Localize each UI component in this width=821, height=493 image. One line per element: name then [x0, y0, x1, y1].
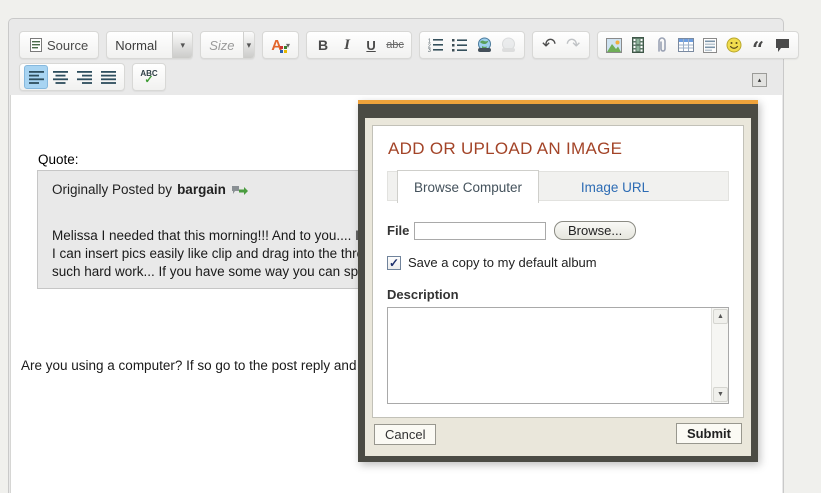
collapse-toolbar-button[interactable]: ▴: [752, 73, 767, 87]
table-icon: [678, 38, 694, 52]
reply-paragraph: Are you using a computer? If so go to th…: [21, 358, 379, 373]
description-scrollbar[interactable]: ▲ ▼: [711, 308, 728, 403]
submit-button[interactable]: Submit: [676, 423, 742, 444]
align-center-icon: [53, 71, 68, 84]
align-justify-icon: [101, 71, 116, 84]
dialog-panel: ADD OR UPLOAD AN IMAGE Browse Computer I…: [372, 125, 744, 418]
speech-bubble-button[interactable]: [770, 33, 794, 57]
tab-image-url[interactable]: Image URL: [540, 172, 690, 202]
toolbar-row-2: ABC ✓: [19, 63, 166, 91]
add-image-dialog: ADD OR UPLOAD AN IMAGE Browse Computer I…: [358, 100, 758, 462]
insert-link-button[interactable]: [472, 33, 496, 57]
scroll-up-icon[interactable]: ▲: [713, 309, 728, 324]
tab-browse-computer[interactable]: Browse Computer: [397, 170, 539, 203]
document-lines-icon: [703, 38, 717, 53]
dialog-tabstrip: Browse Computer Image URL: [387, 171, 729, 201]
description-field-wrap: ▲ ▼: [387, 307, 729, 404]
description-label: Description: [387, 287, 729, 302]
bold-button[interactable]: B: [311, 33, 335, 57]
view-post-icon[interactable]: [231, 184, 248, 196]
strikethrough-button[interactable]: abc: [383, 33, 407, 57]
speech-bubble-icon: [775, 38, 790, 53]
quote-line: such hard work... If you have some way y…: [52, 263, 372, 281]
align-center-button[interactable]: [48, 65, 72, 89]
unlink-icon: [500, 37, 517, 53]
save-copy-checkbox[interactable]: ✓: [387, 256, 401, 270]
bulleted-list-button[interactable]: [448, 33, 472, 57]
align-right-icon: [77, 71, 92, 84]
quote-attribution: Originally Posted by bargain: [52, 182, 248, 197]
scroll-down-icon[interactable]: ▼: [713, 387, 728, 402]
quote-attribution-prefix: Originally Posted by: [52, 182, 172, 197]
attach-file-button[interactable]: [650, 33, 674, 57]
align-justify-button[interactable]: [96, 65, 120, 89]
font-size-dropdown[interactable]: Size ▾: [200, 31, 255, 59]
description-textarea[interactable]: [388, 308, 711, 403]
toolbar-row-1: Source Normal ▾ Size ▾ A ▾ B I U abc: [19, 31, 799, 59]
browse-button[interactable]: Browse...: [554, 221, 636, 240]
insert-table-button[interactable]: [674, 33, 698, 57]
align-left-icon: [29, 71, 44, 84]
svg-text:3: 3: [428, 48, 431, 52]
source-button-label: Source: [47, 38, 88, 53]
insert-video-button[interactable]: [626, 33, 650, 57]
video-icon: [632, 37, 644, 53]
file-row: File Browse...: [387, 221, 729, 240]
file-path-input[interactable]: [414, 222, 546, 240]
underline-button[interactable]: U: [359, 33, 383, 57]
bulleted-list-icon: [452, 38, 468, 52]
paperclip-icon: [655, 37, 669, 53]
font-color-button[interactable]: A ▾: [267, 33, 294, 57]
dialog-title: ADD OR UPLOAD AN IMAGE: [388, 139, 729, 159]
image-icon: [606, 38, 622, 53]
paragraph-format-dropdown[interactable]: Normal ▾: [106, 31, 193, 59]
quote-body: Melissa I needed that this morning!!! An…: [52, 227, 372, 281]
link-icon: [476, 37, 493, 53]
spellcheck-icon: ABC ✓: [140, 70, 157, 84]
insert-smiley-button[interactable]: [722, 33, 746, 57]
quote-line: Melissa I needed that this morning!!! An…: [52, 227, 372, 245]
font-color-icon: A: [271, 37, 282, 54]
chevron-down-icon: ▾: [172, 31, 192, 59]
save-copy-row: ✓ Save a copy to my default album: [387, 255, 729, 270]
insert-horizontal-rule-button[interactable]: [698, 33, 722, 57]
chevron-down-icon: ▾: [243, 31, 255, 59]
redo-button[interactable]: ↷: [561, 33, 585, 57]
quote-label: Quote:: [38, 152, 79, 167]
dialog-body: ADD OR UPLOAD AN IMAGE Browse Computer I…: [365, 118, 751, 456]
remove-link-button[interactable]: [496, 33, 520, 57]
quote-line: I can insert pics easily like clip and d…: [52, 245, 372, 263]
source-icon: [30, 38, 42, 52]
dialog-footer: Cancel Submit: [372, 418, 744, 450]
align-left-button[interactable]: [24, 65, 48, 89]
font-size-value: Size: [201, 38, 242, 53]
italic-button[interactable]: I: [335, 33, 359, 57]
insert-quote-button[interactable]: “: [746, 38, 770, 62]
dialog-frame: ADD OR UPLOAD AN IMAGE Browse Computer I…: [358, 104, 758, 462]
cancel-button[interactable]: Cancel: [374, 424, 436, 445]
undo-button[interactable]: ↶: [537, 33, 561, 57]
numbered-list-icon: 123: [428, 38, 444, 52]
align-right-button[interactable]: [72, 65, 96, 89]
save-copy-label: Save a copy to my default album: [408, 255, 597, 270]
numbered-list-button[interactable]: 123: [424, 33, 448, 57]
paragraph-format-value: Normal: [107, 38, 172, 53]
spellcheck-button[interactable]: ABC ✓: [137, 65, 161, 89]
quote-author: bargain: [177, 182, 226, 197]
source-button[interactable]: Source: [24, 33, 94, 57]
insert-image-button[interactable]: [602, 33, 626, 57]
file-label: File: [387, 223, 414, 238]
smiley-icon: [726, 37, 742, 53]
